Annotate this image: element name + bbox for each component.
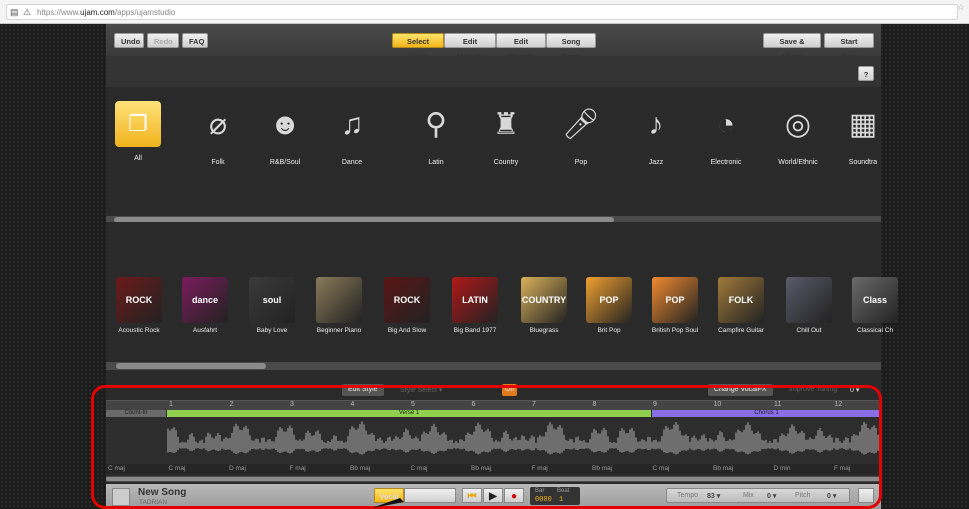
genre-all[interactable]: ❐ All: [108, 95, 168, 162]
style-artwork: POP: [652, 277, 698, 323]
genre-electronic[interactable]: ◔ Electronic: [696, 95, 756, 166]
style-artwork: LATIN: [452, 277, 498, 323]
help-bar: ?: [106, 56, 881, 87]
url-field[interactable]: ▤ ⚠ https://www.ujam.com/apps/ujamstudio: [6, 4, 958, 20]
page-icon: ▤: [10, 7, 19, 17]
warning-icon: ⚠: [23, 7, 32, 17]
help-button[interactable]: ?: [858, 66, 874, 81]
style-tile[interactable]: Chill Out: [776, 277, 842, 334]
banjo-icon: ⌀: [208, 108, 228, 141]
style-artwork: soul: [249, 277, 295, 323]
face-icon: ☻: [269, 108, 301, 141]
genre-label: All: [134, 155, 142, 162]
style-label: Beginner Piano: [316, 327, 362, 334]
maraca-icon: ⚲: [425, 108, 447, 141]
cursor-arrow: [372, 498, 404, 508]
style-label: Ausfahrt: [192, 327, 218, 334]
headphones-icon: ♫: [340, 108, 364, 141]
style-tile[interactable]: soul Baby Love: [239, 277, 305, 334]
style-label: Big Band 1977: [453, 327, 497, 334]
style-tile[interactable]: LATIN Big Band 1977: [442, 277, 508, 334]
style-tile[interactable]: Class Classical Ch: [842, 277, 908, 334]
tab-edit-melody[interactable]: Edit Melody: [444, 33, 496, 61]
style-label: Acoustic Rock: [118, 327, 160, 334]
style-label: Bluegrass: [529, 327, 559, 334]
faq-button[interactable]: FAQ: [182, 33, 208, 48]
genre-carousel: ❐ All ⌀ Folk ☻ R&B/Soul ♫ Dance ⚲ Latin …: [106, 87, 881, 214]
style-label: Chill Out: [796, 327, 822, 334]
style-label: Big And Slow: [387, 327, 427, 334]
tab-select-style[interactable]: Select Style: [392, 33, 444, 61]
style-tile[interactable]: POP Brit Pop: [576, 277, 642, 334]
undo-button[interactable]: Undo: [114, 33, 144, 48]
style-tile[interactable]: dance Ausfahrt: [172, 277, 238, 334]
style-artwork: COUNTRY: [521, 277, 567, 323]
film-icon: ▦: [848, 108, 878, 141]
boot-icon: ♜: [492, 108, 520, 141]
style-artwork: Class: [852, 277, 898, 323]
bookmark-star-icon[interactable]: ☆: [957, 2, 965, 13]
style-label: Campfire Guitar: [718, 327, 764, 334]
tab-edit-chords[interactable]: Edit Chords: [496, 33, 546, 61]
swirl-icon: ◔: [716, 108, 736, 141]
style-tile[interactable]: POP British Pop Soul: [642, 277, 708, 334]
genre-label: Jazz: [648, 159, 664, 166]
style-artwork: dance: [182, 277, 228, 323]
style-tile[interactable]: Beginner Piano: [306, 277, 372, 334]
browser-address-bar: ▤ ⚠ https://www.ujam.com/apps/ujamstudio…: [0, 0, 969, 24]
spiral-icon: ◎: [784, 108, 812, 141]
style-tile[interactable]: FOLK Campfire Guitar: [708, 277, 774, 334]
genre-country[interactable]: ♜ Country: [476, 95, 536, 166]
style-artwork: ROCK: [384, 277, 430, 323]
genre-folk[interactable]: ⌀ Folk: [188, 95, 248, 166]
genre-label: Folk: [211, 159, 225, 166]
genre-label: Dance: [341, 159, 363, 166]
saxophone-icon: ♪: [648, 108, 664, 141]
style-label: Brit Pop: [597, 327, 621, 334]
top-toolbar: Undo Redo FAQ Select Style Edit Melody E…: [106, 24, 881, 61]
style-artwork: POP: [586, 277, 632, 323]
genre-label: Pop: [574, 159, 588, 166]
genre-label: Electronic: [710, 159, 742, 166]
style-label: Baby Love: [256, 327, 288, 334]
style-artwork: [316, 277, 362, 323]
genre-label: World/Ethnic: [778, 159, 818, 166]
genre-rnb-soul[interactable]: ☻ R&B/Soul: [255, 95, 315, 166]
style-artwork: ROCK: [116, 277, 162, 323]
url-text: https://www.ujam.com/apps/ujamstudio: [37, 8, 176, 17]
microphone-icon: 🎤︎: [561, 108, 601, 141]
genre-soundtrack[interactable]: ▦ Soundtra: [841, 95, 885, 166]
save-share-button[interactable]: Save & Share: [763, 33, 821, 61]
genre-dance[interactable]: ♫ Dance: [322, 95, 382, 166]
style-tile[interactable]: COUNTRY Bluegrass: [511, 277, 577, 334]
style-scrollbar-thumb[interactable]: [116, 363, 266, 369]
tab-song-form[interactable]: Song Form: [546, 33, 596, 61]
highlight-annotation: [91, 385, 882, 509]
genre-label: Country: [493, 159, 519, 166]
genre-pop[interactable]: 🎤︎ Pop: [551, 95, 611, 166]
start-over-button[interactable]: Start Over: [824, 33, 874, 61]
style-label: Classical Ch: [856, 327, 894, 334]
redo-button[interactable]: Redo: [147, 33, 179, 48]
genre-jazz[interactable]: ♪ Jazz: [626, 95, 686, 166]
style-artwork: FOLK: [718, 277, 764, 323]
style-label: British Pop Soul: [651, 327, 699, 334]
genre-label: R&B/Soul: [269, 159, 301, 166]
style-carousel: ROCK Acoustic Rock dance Ausfahrt soul Baby L…: [106, 222, 898, 364]
genre-label: Latin: [428, 159, 444, 166]
genre-world-ethnic[interactable]: ◎ World/Ethnic: [768, 95, 828, 166]
style-scrollbar[interactable]: [106, 362, 881, 370]
style-tile[interactable]: ROCK Big And Slow: [374, 277, 440, 334]
stack-icon: ❐: [115, 101, 161, 147]
style-tile[interactable]: ROCK Acoustic Rock: [106, 277, 172, 334]
style-artwork: [786, 277, 832, 323]
genre-latin[interactable]: ⚲ Latin: [406, 95, 466, 166]
genre-label: Soundtra: [848, 159, 878, 166]
